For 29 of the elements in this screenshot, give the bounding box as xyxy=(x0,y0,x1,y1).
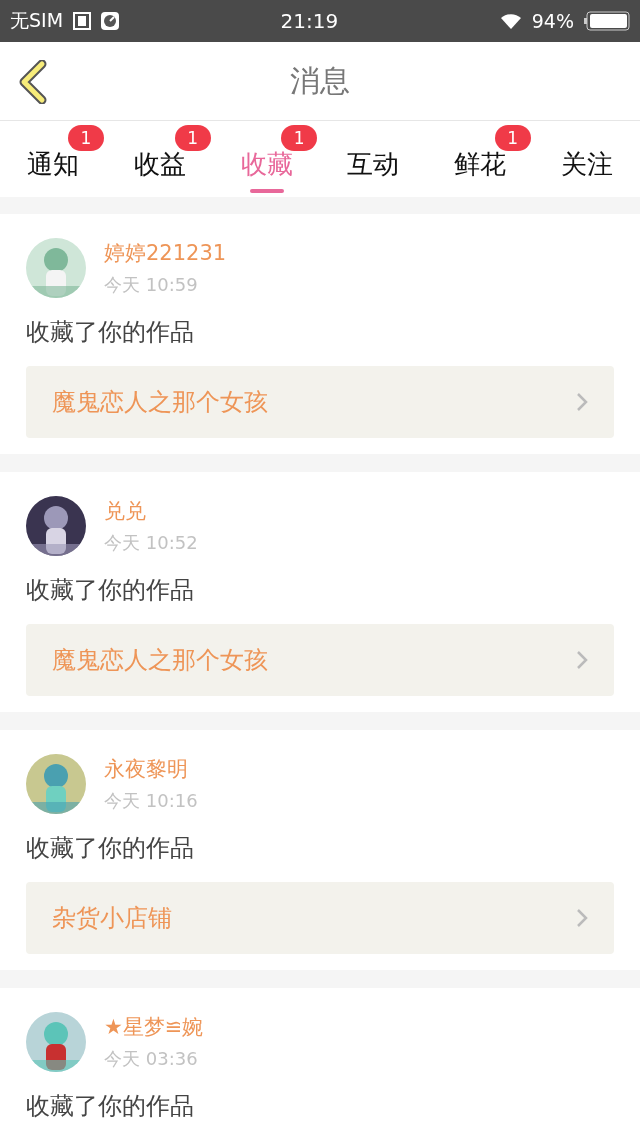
user-name[interactable]: 兑兑 xyxy=(104,497,198,525)
tab[interactable]: 关注 xyxy=(533,121,640,197)
page-title: 消息 xyxy=(290,61,350,100)
user-name[interactable]: ★星梦≌婉 xyxy=(104,1013,204,1041)
work-link[interactable]: 魔鬼恋人之那个女孩 xyxy=(26,624,614,696)
message-text: 收藏了你的作品 xyxy=(26,833,195,864)
message-time: 今天 10:52 xyxy=(104,531,198,555)
work-link[interactable]: 魔鬼恋人之那个女孩 xyxy=(26,366,614,438)
carrier: 无SIM xyxy=(10,8,64,33)
message-time: 今天 03:36 xyxy=(104,1047,199,1071)
tab[interactable]: 鲜花 1 xyxy=(426,121,534,197)
count-badge: 1 xyxy=(494,124,531,151)
count-badge: 1 xyxy=(174,124,211,151)
clock: 21:19 xyxy=(280,9,339,33)
tab[interactable]: 通知 1 xyxy=(0,121,107,197)
message-text: 收藏了你的作品 xyxy=(26,317,195,348)
count-badge: 1 xyxy=(281,124,318,151)
tab[interactable]: 收藏 1 xyxy=(213,121,320,197)
tab[interactable]: 互动 xyxy=(320,121,427,197)
user-name[interactable]: 婷婷221231 xyxy=(104,239,227,267)
tab[interactable]: 收益 1 xyxy=(106,121,214,197)
message-text: 收藏了你的作品 xyxy=(26,575,195,606)
battery-percent: 94% xyxy=(531,10,574,32)
message-time: 今天 10:16 xyxy=(104,789,198,813)
user-name[interactable]: 永夜黎明 xyxy=(104,755,198,783)
count-badge: 1 xyxy=(67,124,104,151)
message-text: 收藏了你的作品 xyxy=(26,1091,195,1122)
message-time: 今天 10:59 xyxy=(104,273,199,297)
work-link[interactable]: 杂货小店铺 xyxy=(26,882,614,954)
